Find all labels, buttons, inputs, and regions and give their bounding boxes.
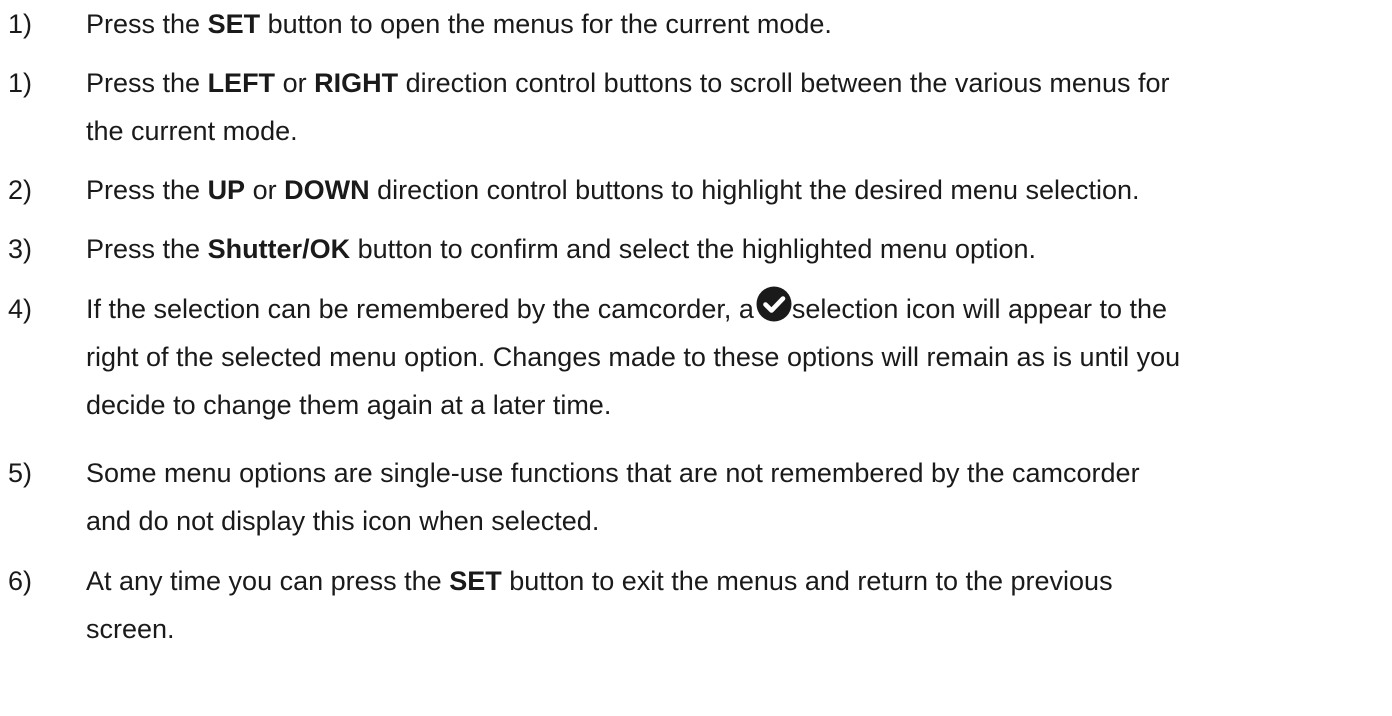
text-run: direction control buttons to scroll betw… [398,68,1170,98]
text-run: selection icon will appear to the [791,294,1168,324]
up-button-label: UP [207,175,246,205]
text-run: direction control buttons to highlight t… [369,175,1140,205]
text-run: button to confirm and select the highlig… [350,234,1037,264]
step-line: the current mode. [86,107,1386,155]
text-run: button to open the menus for the current… [260,9,832,39]
text-run: Press the [86,68,208,98]
step-text: Press the Shutter/OK button to confirm a… [86,225,1386,273]
text-run: decide to change them again at a later t… [86,390,612,420]
text-run: screen. [86,614,175,644]
step-text: Press the UP or DOWN direction control b… [86,166,1386,214]
step-text: Some menu options are single-use functio… [86,449,1386,545]
step-line: decide to change them again at a later t… [86,381,1386,429]
step-number: 1) [8,9,33,39]
text-run: Press the [86,234,208,264]
text-run: and do not display this icon when select… [86,506,600,536]
text-run: or [245,175,285,205]
step-text: At any time you can press the SET button… [86,557,1386,653]
text-run: If the selection can be remembered by th… [86,294,754,324]
text-run: or [275,68,315,98]
instruction-document: 1) Press the SET button to open the menu… [0,0,1392,716]
step-number: 3) [8,234,33,264]
step-number: 6) [8,566,33,596]
text-run: Some menu options are single-use functio… [86,458,1140,488]
right-button-label: RIGHT [314,68,399,98]
text-run: button to exit the menus and return to t… [501,566,1113,596]
step-line: screen. [86,605,1386,653]
step-text: If the selection can be remembered by th… [86,285,1386,429]
text-run: the current mode. [86,116,298,146]
step-line: and do not display this icon when select… [86,497,1386,545]
text-run: right of the selected menu option. Chang… [86,342,1181,372]
set-button-label: SET [449,566,502,596]
step-text: Press the SET button to open the menus f… [86,0,1386,48]
step-line: If the selection can be remembered by th… [86,285,1386,333]
step-number: 2) [8,175,33,205]
step-line: Press the UP or DOWN direction control b… [86,166,1386,214]
step-line: Press the Shutter/OK button to confirm a… [86,225,1386,273]
text-run: At any time you can press the [86,566,450,596]
step-number: 1) [8,68,33,98]
left-button-label: LEFT [207,68,276,98]
step-line: Press the SET button to open the menus f… [86,0,1386,48]
text-run: Press the [86,175,208,205]
step-line: right of the selected menu option. Chang… [86,333,1386,381]
step-number: 4) [8,294,33,324]
step-line: Press the LEFT or RIGHT direction contro… [86,59,1386,107]
check-circle-icon [756,286,792,322]
step-line: At any time you can press the SET button… [86,557,1386,605]
shutter-ok-button-label: Shutter/OK [207,234,351,264]
step-number: 5) [8,458,33,488]
step-line: Some menu options are single-use functio… [86,449,1386,497]
step-text: Press the LEFT or RIGHT direction contro… [86,59,1386,155]
text-run: Press the [86,9,208,39]
set-button-label: SET [207,9,261,39]
down-button-label: DOWN [284,175,370,205]
